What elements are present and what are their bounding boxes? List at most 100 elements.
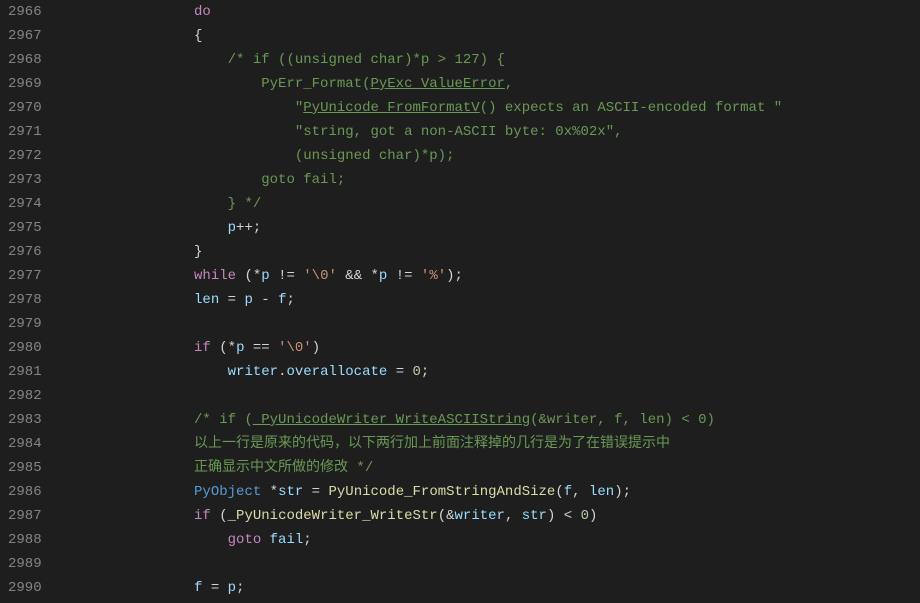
token: (: [555, 484, 563, 500]
token: /* if (: [194, 412, 253, 428]
token: '%': [421, 268, 446, 284]
code-line[interactable]: "PyUnicode_FromFormatV() expects an ASCI…: [60, 96, 920, 120]
token: ): [312, 340, 320, 356]
token: 0: [413, 364, 421, 380]
code-line[interactable]: {: [60, 24, 920, 48]
token: do: [194, 4, 211, 20]
line-number: 2972: [8, 144, 42, 168]
token: !=: [387, 268, 421, 284]
code-line[interactable]: if (_PyUnicodeWriter_WriteStr(&writer, s…: [60, 504, 920, 528]
code-line[interactable]: goto fail;: [60, 168, 920, 192]
code-line[interactable]: /* if ((unsigned char)*p > 127) {: [60, 48, 920, 72]
code-line[interactable]: }: [60, 240, 920, 264]
code-line[interactable]: } */: [60, 192, 920, 216]
token: ": [295, 100, 303, 116]
token: if: [194, 508, 211, 524]
token: len: [194, 292, 219, 308]
token: f: [564, 484, 572, 500]
token: (&writer, f, len) < 0): [530, 412, 715, 428]
token: } */: [228, 196, 262, 212]
code-line[interactable]: goto fail;: [60, 528, 920, 552]
token: PyObject: [194, 484, 261, 500]
token: '\0': [303, 268, 337, 284]
code-line[interactable]: (unsigned char)*p);: [60, 144, 920, 168]
token: 正确显示中文所做的修改 */: [194, 460, 373, 476]
token: goto: [228, 532, 262, 548]
line-number: 2974: [8, 192, 42, 216]
line-number: 2985: [8, 456, 42, 480]
token: =: [202, 580, 227, 596]
token: writer: [228, 364, 278, 380]
token: f: [278, 292, 286, 308]
token: p: [261, 268, 269, 284]
line-number: 2975: [8, 216, 42, 240]
line-number: 2980: [8, 336, 42, 360]
code-line[interactable]: [60, 552, 920, 576]
line-number: 2988: [8, 528, 42, 552]
line-number: 2984: [8, 432, 42, 456]
line-number: 2966: [8, 0, 42, 24]
line-number: 2970: [8, 96, 42, 120]
code-area[interactable]: do { /* if ((unsigned char)*p > 127) { P…: [60, 0, 920, 603]
token: );: [446, 268, 463, 284]
code-editor[interactable]: 2966296729682969297029712972297329742975…: [0, 0, 920, 603]
line-number: 2979: [8, 312, 42, 336]
token: _PyUnicodeWriter_WriteStr: [228, 508, 438, 524]
token: (: [211, 508, 228, 524]
token: ,: [505, 508, 522, 524]
code-line[interactable]: 正确显示中文所做的修改 */: [60, 456, 920, 480]
token: );: [614, 484, 631, 500]
line-number: 2968: [8, 48, 42, 72]
code-line[interactable]: do: [60, 0, 920, 24]
token: ++;: [236, 220, 261, 236]
line-number: 2981: [8, 360, 42, 384]
code-line[interactable]: [60, 312, 920, 336]
token: goto fail;: [261, 172, 345, 188]
code-line[interactable]: writer.overallocate = 0;: [60, 360, 920, 384]
code-line[interactable]: p++;: [60, 216, 920, 240]
code-line[interactable]: PyErr_Format(PyExc_ValueError,: [60, 72, 920, 96]
token: (unsigned char)*p);: [295, 148, 455, 164]
token: PyErr_Format(: [261, 76, 370, 92]
token: =: [303, 484, 328, 500]
token: /* if ((unsigned char)*p > 127) {: [228, 52, 505, 68]
line-number: 2983: [8, 408, 42, 432]
line-number: 2990: [8, 576, 42, 600]
code-line[interactable]: [60, 384, 920, 408]
token: [261, 532, 269, 548]
token: writer: [455, 508, 505, 524]
token: ;: [287, 292, 295, 308]
token: (*: [211, 340, 236, 356]
token: "string, got a non-ASCII byte: 0x%02x",: [295, 124, 623, 140]
line-number: 2976: [8, 240, 42, 264]
code-line[interactable]: 以上一行是原来的代码，以下两行加上前面注释掉的几行是为了在错误提示中: [60, 432, 920, 456]
token: !=: [270, 268, 304, 284]
token: ): [589, 508, 597, 524]
code-line[interactable]: /* if (_PyUnicodeWriter_WriteASCIIString…: [60, 408, 920, 432]
code-line[interactable]: "string, got a non-ASCII byte: 0x%02x",: [60, 120, 920, 144]
token: p: [244, 292, 252, 308]
line-number: 2973: [8, 168, 42, 192]
token: && *: [337, 268, 379, 284]
code-line[interactable]: while (*p != '\0' && *p != '%');: [60, 264, 920, 288]
token: () expects an ASCII-encoded format ": [480, 100, 782, 116]
token: 以上一行是原来的代码，以下两行加上前面注释掉的几行是为了在错误提示中: [194, 436, 670, 452]
line-number: 2969: [8, 72, 42, 96]
token: =: [219, 292, 244, 308]
token: '\0': [278, 340, 312, 356]
token: 0: [581, 508, 589, 524]
token: }: [194, 244, 202, 260]
line-number: 2989: [8, 552, 42, 576]
token: ;: [236, 580, 244, 596]
token: PyUnicode_FromStringAndSize: [329, 484, 556, 500]
token: len: [589, 484, 614, 500]
code-line[interactable]: PyObject *str = PyUnicode_FromStringAndS…: [60, 480, 920, 504]
token: =: [387, 364, 412, 380]
token: overallocate: [286, 364, 387, 380]
token: ,: [505, 76, 513, 92]
line-number-gutter: 2966296729682969297029712972297329742975…: [0, 0, 60, 603]
code-line[interactable]: f = p;: [60, 576, 920, 600]
token: ) <: [547, 508, 581, 524]
code-line[interactable]: if (*p == '\0'): [60, 336, 920, 360]
code-line[interactable]: len = p - f;: [60, 288, 920, 312]
